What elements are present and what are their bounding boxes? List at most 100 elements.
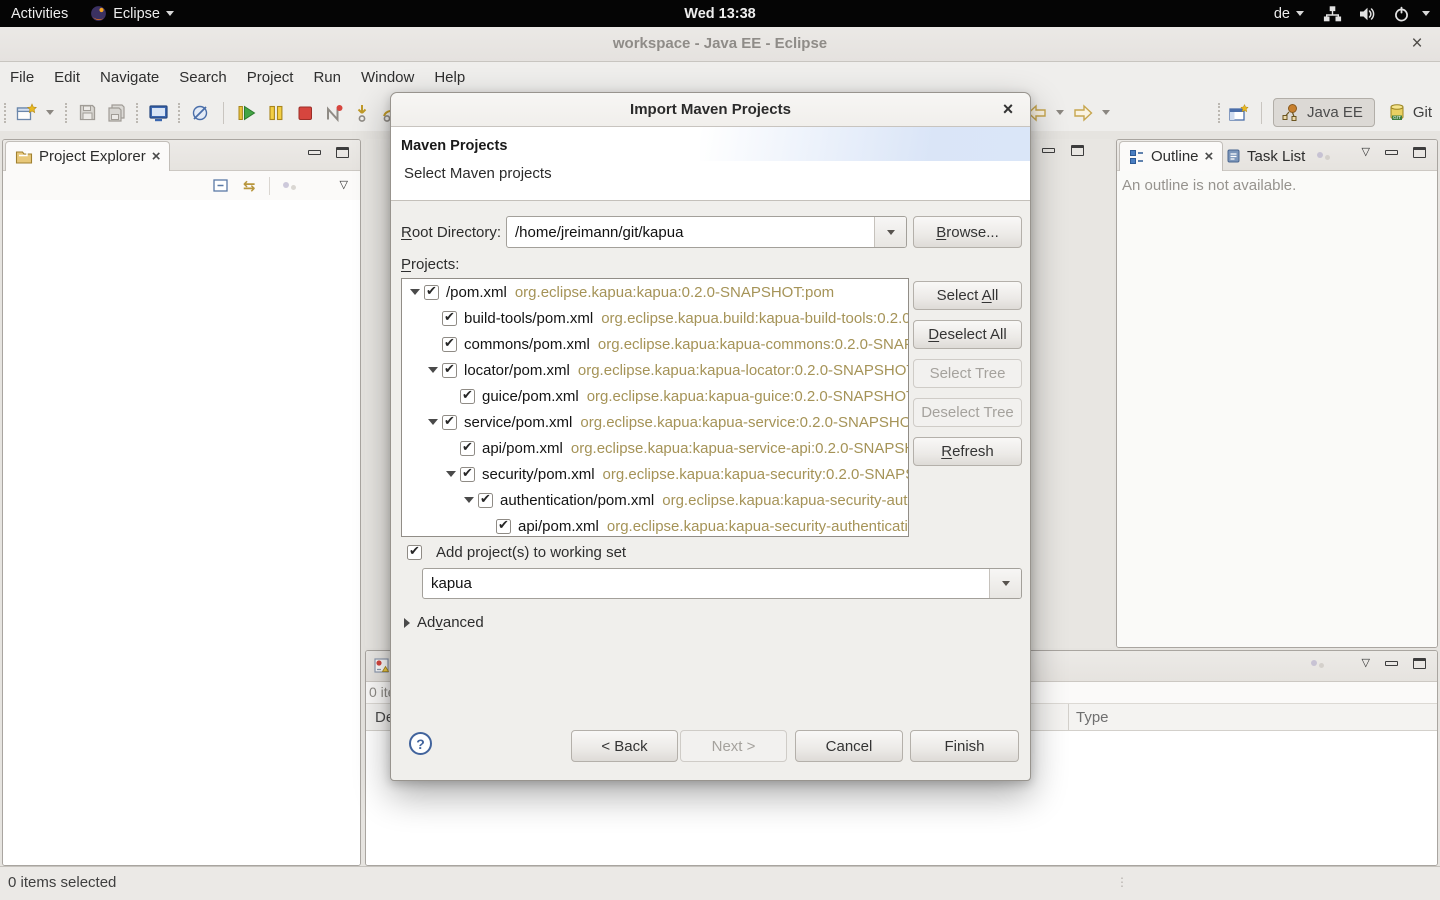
chevron-down-icon[interactable] bbox=[1422, 11, 1430, 16]
tree-row[interactable]: ✔commons/pom.xmlorg.eclipse.kapua:kapua-… bbox=[402, 331, 908, 357]
checkbox[interactable]: ✔ bbox=[460, 389, 475, 404]
new-wizard-icon[interactable] bbox=[15, 102, 37, 124]
menu-file[interactable]: File bbox=[0, 62, 44, 94]
checkbox[interactable]: ✔ bbox=[496, 519, 511, 534]
minimize-icon[interactable] bbox=[308, 150, 321, 155]
checkbox[interactable]: ✔ bbox=[442, 415, 457, 430]
tab-task-list[interactable]: Task List bbox=[1217, 141, 1339, 171]
checkbox[interactable]: ✔ bbox=[460, 467, 475, 482]
perspective-java-ee-button[interactable]: Java EE bbox=[1273, 98, 1375, 127]
checkbox[interactable]: ✔ bbox=[442, 311, 457, 326]
app-menu[interactable]: Eclipse bbox=[79, 0, 185, 27]
network-icon[interactable] bbox=[1315, 0, 1350, 27]
checkbox[interactable]: ✔ bbox=[460, 441, 475, 456]
tree-row[interactable]: ✔api/pom.xmlorg.eclipse.kapua:kapua-serv… bbox=[402, 435, 908, 461]
menu-edit[interactable]: Edit bbox=[44, 62, 90, 94]
tab-outline[interactable]: Outline × bbox=[1119, 141, 1223, 171]
open-console-icon[interactable] bbox=[147, 102, 169, 124]
resume-icon[interactable] bbox=[236, 102, 258, 124]
back-button[interactable]: < Back bbox=[571, 730, 678, 762]
checkbox[interactable]: ✔ bbox=[442, 363, 457, 378]
root-directory-combo[interactable]: /home/jreimann/git/kapua bbox=[506, 216, 907, 248]
dialog-titlebar[interactable]: Import Maven Projects × bbox=[391, 93, 1030, 127]
select-all-button[interactable]: Select All bbox=[913, 281, 1022, 310]
tree-row[interactable]: ✔locator/pom.xmlorg.eclipse.kapua:kapua-… bbox=[402, 357, 908, 383]
checkbox[interactable]: ✔ bbox=[442, 337, 457, 352]
minimize-icon[interactable] bbox=[1042, 148, 1055, 153]
tree-row[interactable]: ✔api/pom.xmlorg.eclipse.kapua:kapua-secu… bbox=[402, 513, 908, 537]
expander-icon[interactable] bbox=[424, 367, 442, 373]
view-menu-chevron-icon[interactable]: ▽ bbox=[1362, 658, 1370, 669]
window-close-button[interactable]: × bbox=[1404, 31, 1430, 57]
view-menu-icon[interactable] bbox=[1311, 660, 1324, 668]
toolbar-drag-handle[interactable] bbox=[4, 103, 6, 123]
expander-icon[interactable] bbox=[442, 471, 460, 477]
advanced-expander[interactable]: Advanced bbox=[404, 614, 484, 631]
combo-dropdown-button[interactable] bbox=[874, 217, 906, 247]
projects-tree[interactable]: ✔/pom.xmlorg.eclipse.kapua:kapua:0.2.0-S… bbox=[401, 278, 909, 537]
checkbox[interactable]: ✔ bbox=[424, 285, 439, 300]
keyboard-layout-button[interactable]: de bbox=[1263, 0, 1315, 27]
toolbar-drag-handle[interactable] bbox=[136, 103, 138, 123]
tree-row[interactable]: ✔security/pom.xmlorg.eclipse.kapua:kapua… bbox=[402, 461, 908, 487]
menu-search[interactable]: Search bbox=[169, 62, 237, 94]
toolbar-drag-handle[interactable] bbox=[1218, 103, 1220, 123]
deselect-tree-button[interactable]: Deselect Tree bbox=[913, 398, 1022, 427]
step-into-icon[interactable] bbox=[352, 102, 374, 124]
activities-button[interactable]: Activities bbox=[0, 0, 79, 27]
expander-icon[interactable] bbox=[424, 419, 442, 425]
working-set-combo[interactable]: kapua bbox=[422, 568, 1022, 599]
minimize-icon[interactable] bbox=[1385, 661, 1398, 666]
working-set-checkbox[interactable]: ✔ bbox=[407, 545, 422, 560]
tree-row[interactable]: ✔build-tools/pom.xmlorg.eclipse.kapua.bu… bbox=[402, 305, 908, 331]
view-menu-icon[interactable] bbox=[283, 182, 296, 190]
maximize-icon[interactable] bbox=[1071, 145, 1084, 156]
back-history-dropdown[interactable] bbox=[1056, 110, 1064, 115]
collapse-all-icon[interactable] bbox=[211, 177, 230, 194]
menu-window[interactable]: Window bbox=[351, 62, 424, 94]
disconnect-icon[interactable] bbox=[323, 102, 345, 124]
refresh-button[interactable]: Refresh bbox=[913, 437, 1022, 466]
skip-breakpoints-icon[interactable] bbox=[189, 102, 211, 124]
tab-project-explorer[interactable]: Project Explorer × bbox=[5, 141, 170, 171]
forward-arrow-icon[interactable] bbox=[1072, 102, 1094, 124]
terminate-icon[interactable] bbox=[294, 102, 316, 124]
tree-row[interactable]: ✔authentication/pom.xmlorg.eclipse.kapua… bbox=[402, 487, 908, 513]
view-menu-chevron-icon[interactable]: ▽ bbox=[1362, 147, 1370, 158]
new-wizard-dropdown[interactable] bbox=[46, 110, 54, 115]
expander-icon[interactable] bbox=[460, 497, 478, 503]
browse-button[interactable]: Browse... bbox=[913, 216, 1022, 248]
tree-row[interactable]: ✔/pom.xmlorg.eclipse.kapua:kapua:0.2.0-S… bbox=[402, 279, 908, 305]
status-grip[interactable]: ⋮ bbox=[1116, 875, 1128, 889]
close-icon[interactable]: × bbox=[152, 150, 161, 164]
expander-icon[interactable] bbox=[406, 289, 424, 295]
volume-icon[interactable] bbox=[1350, 0, 1385, 27]
view-menu-chevron-icon[interactable]: ▽ bbox=[340, 180, 348, 191]
toolbar-drag-handle[interactable] bbox=[178, 103, 180, 123]
link-with-editor-icon[interactable]: ⇆ bbox=[243, 177, 256, 195]
project-explorer-content[interactable] bbox=[3, 200, 360, 866]
cancel-button[interactable]: Cancel bbox=[795, 730, 903, 762]
maximize-icon[interactable] bbox=[336, 147, 349, 158]
open-perspective-icon[interactable] bbox=[1228, 102, 1250, 124]
maximize-icon[interactable] bbox=[1413, 147, 1426, 158]
close-icon[interactable]: × bbox=[1205, 150, 1214, 164]
minimize-icon[interactable] bbox=[1385, 150, 1398, 155]
column-divider[interactable] bbox=[1068, 704, 1069, 731]
clock[interactable]: Wed 13:38 bbox=[0, 6, 1440, 22]
forward-history-dropdown[interactable] bbox=[1102, 110, 1110, 115]
finish-button[interactable]: Finish bbox=[910, 730, 1019, 762]
view-menu-icon[interactable] bbox=[1317, 152, 1330, 160]
menu-run[interactable]: Run bbox=[303, 62, 351, 94]
deselect-all-button[interactable]: Deselect All bbox=[913, 320, 1022, 349]
save-all-icon[interactable] bbox=[105, 102, 127, 124]
select-tree-button[interactable]: Select Tree bbox=[913, 359, 1022, 388]
dialog-close-button[interactable]: × bbox=[995, 96, 1021, 122]
column-type[interactable]: Type bbox=[1076, 704, 1109, 731]
toolbar-drag-handle[interactable] bbox=[65, 103, 67, 123]
power-icon[interactable] bbox=[1385, 0, 1418, 27]
maximize-icon[interactable] bbox=[1413, 658, 1426, 669]
help-button[interactable]: ? bbox=[409, 732, 432, 755]
checkbox[interactable]: ✔ bbox=[478, 493, 493, 508]
combo-dropdown-button[interactable] bbox=[989, 569, 1021, 598]
